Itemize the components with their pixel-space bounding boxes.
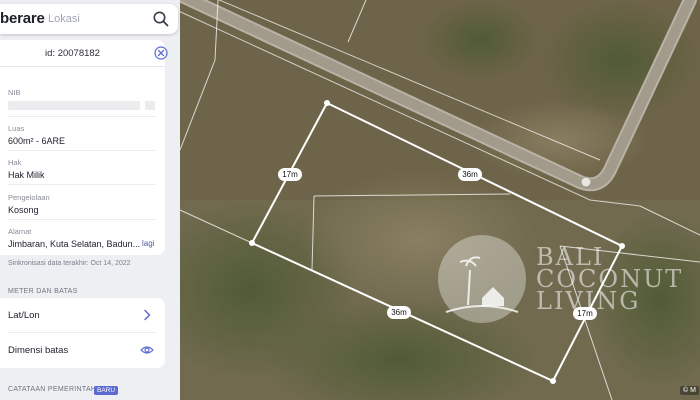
new-badge: BARU (94, 386, 119, 395)
eye-icon[interactable] (140, 343, 154, 357)
search-input[interactable] (46, 9, 146, 29)
divider (8, 184, 156, 185)
dimension-label: 36m (458, 168, 482, 181)
divider (8, 116, 156, 117)
field-nib: NIB (8, 88, 156, 97)
side-panel: berare id: 20078182 NIB Luas 600m² - 6AR… (0, 0, 180, 400)
row-label: Lat/Lon (8, 310, 40, 321)
dimensi-batas-row[interactable]: Dimensi batas (0, 333, 165, 367)
bali-coconut-living-logo (438, 235, 526, 323)
vertex-handle (324, 100, 330, 106)
field-value: Jimbaran, Kuta Selatan, Badun... (8, 239, 141, 249)
field-hak: Hak Hak Milik (8, 158, 156, 180)
section-title-gov: CATATAAN PEMERINTAH (8, 386, 97, 393)
vertex-handle (619, 243, 625, 249)
divider (8, 219, 156, 220)
sync-timestamp: Sinkronisasi data terakhir: Oct 14, 2022 (8, 260, 131, 267)
field-label: Luas (8, 124, 25, 133)
show-more-link[interactable]: lagi (142, 239, 154, 248)
section-title-meter: METER DAN BATAS (8, 288, 78, 295)
search-icon[interactable] (152, 10, 170, 28)
row-label: Dimensi batas (8, 345, 69, 356)
field-label: Pengelolaan (8, 193, 50, 202)
redacted-value (8, 101, 140, 110)
vertex-handle (249, 240, 255, 246)
field-value: Kosong (8, 205, 39, 215)
redacted-value (145, 101, 155, 110)
dimension-label: 36m (387, 306, 411, 319)
field-label: NIB (8, 88, 21, 97)
field-alamat: Alamat Jimbaran, Kuta Selatan, Badun... (8, 227, 156, 249)
parcel-details-card: id: 20078182 NIB Luas 600m² - 6ARE Hak H… (0, 40, 168, 255)
search-bar: berare (0, 4, 178, 34)
field-value: Hak Milik (8, 170, 45, 180)
map-attribution[interactable]: © M (680, 386, 699, 395)
brand-name[interactable]: berare (0, 10, 45, 27)
field-label: Alamat (8, 227, 32, 236)
field-value: 600m² - 6ARE (8, 136, 66, 146)
divider (0, 66, 165, 67)
field-label: Hak (8, 158, 22, 167)
field-pengelolaan: Pengelolaan Kosong (8, 193, 156, 215)
close-icon[interactable] (154, 46, 168, 60)
vertex-handle (550, 378, 556, 384)
dimension-label: 17m (278, 168, 302, 181)
parcel-id: id: 20078182 (45, 48, 100, 59)
meter-card: Lat/Lon Dimensi batas (0, 298, 165, 368)
lat-lon-row[interactable]: Lat/Lon (0, 298, 165, 333)
chevron-right-icon (140, 308, 154, 322)
road-marker (580, 176, 592, 188)
watermark-line: LIVING (536, 287, 641, 315)
divider (8, 150, 156, 151)
field-luas: Luas 600m² - 6ARE (8, 124, 156, 146)
